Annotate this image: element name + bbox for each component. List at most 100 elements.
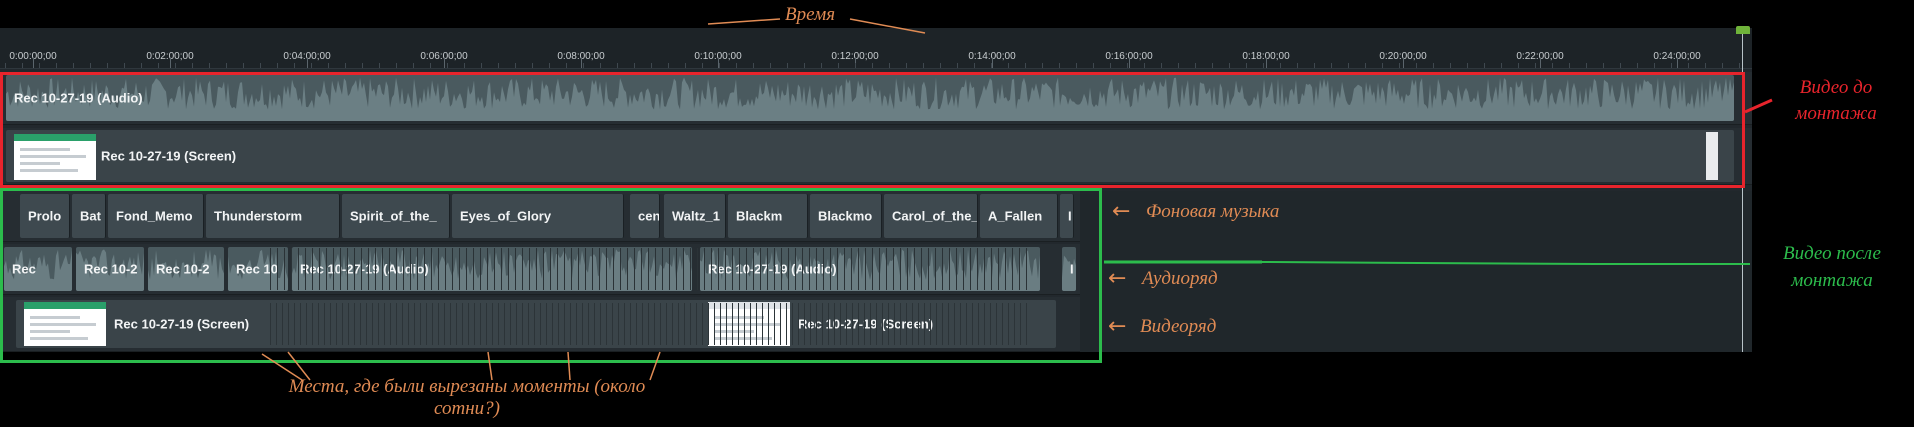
cut-marker <box>852 303 853 345</box>
audio-waveform <box>6 77 1734 121</box>
ruler-minor-tick <box>651 63 652 68</box>
cut-marker <box>906 303 907 345</box>
cut-marker <box>270 303 271 345</box>
ruler-minor-tick <box>685 63 686 68</box>
ruler-minor-tick <box>56 63 57 68</box>
music-clip[interactable]: Carol_of_the_ <box>884 194 978 238</box>
cut-marker <box>837 248 838 290</box>
track-original-audio[interactable]: Rec 10-27-19 (Audio) <box>0 72 1752 125</box>
cut-marker <box>966 303 967 345</box>
cut-marker <box>473 248 474 290</box>
cut-marker <box>956 248 957 290</box>
cut-marker <box>984 303 985 345</box>
time-ruler[interactable]: 0:00:00;00 0:02:00;00 0:04:00;00 0:06:00;00… <box>0 28 1752 69</box>
clip-original-screen[interactable]: Rec 10-27-19 (Screen) <box>6 130 1734 182</box>
cut-marker <box>424 248 425 290</box>
music-clip[interactable]: Fond_Memo <box>108 194 204 238</box>
audio-clip[interactable]: Rec 10 <box>228 247 288 291</box>
ruler-minor-tick <box>1569 63 1570 68</box>
music-clip[interactable]: Spirit_of_the_ <box>342 194 450 238</box>
music-clip[interactable]: Thunderstorm <box>206 194 340 238</box>
video-thumbnail <box>14 134 96 180</box>
ruler-major-tick <box>1540 58 1541 68</box>
track-original-screen[interactable]: Rec 10-27-19 (Screen) <box>0 128 1752 185</box>
cut-marker <box>336 303 337 345</box>
cut-marker <box>326 248 327 290</box>
cut-marker <box>683 248 684 290</box>
clip-label: Rec 10-27-19 (Screen) <box>114 316 250 332</box>
cut-marker <box>977 248 978 290</box>
clip-original-audio[interactable]: Rec 10-27-19 (Audio) <box>6 75 1734 121</box>
cut-marker <box>291 248 292 290</box>
cut-marker <box>970 248 971 290</box>
cut-marker <box>928 248 929 290</box>
cut-marker <box>924 303 925 345</box>
ruler-minor-tick <box>1246 63 1247 68</box>
cut-marker <box>660 303 661 345</box>
music-clip[interactable]: Prolo <box>20 194 70 238</box>
audio-clip[interactable]: Rec 10-27-19 (Audio) <box>700 247 1040 291</box>
cut-marker <box>858 303 859 345</box>
playhead-handle[interactable] <box>1736 26 1750 34</box>
audio-clip[interactable]: Rec 10-2 <box>76 247 144 291</box>
ruler-minor-tick <box>1280 63 1281 68</box>
music-clip[interactable]: Blackm <box>728 194 808 238</box>
ruler-minor-tick <box>1161 63 1162 68</box>
ruler-minor-tick <box>1144 63 1145 68</box>
cut-marker <box>822 303 823 345</box>
music-clip[interactable]: Blackmo <box>810 194 882 238</box>
ruler-minor-tick <box>430 63 431 68</box>
timeline-editor[interactable]: 0:00:00;00 0:02:00;00 0:04:00;00 0:06:00;00… <box>0 26 1752 352</box>
playhead-line[interactable] <box>1742 28 1743 352</box>
cut-marker <box>697 248 698 290</box>
cut-marker <box>312 303 313 345</box>
cut-marker <box>930 303 931 345</box>
music-clip[interactable]: Waltz_1 <box>664 194 726 238</box>
track-background-music[interactable]: Prolo Bat Fond_Memo Thunderstorm Spirit_of_t… <box>0 191 1080 242</box>
cut-marker <box>809 248 810 290</box>
ruler-minor-tick <box>634 63 635 68</box>
cut-marker <box>750 303 751 345</box>
cut-marker <box>802 248 803 290</box>
cut-marker <box>1026 303 1027 345</box>
ruler-minor-tick <box>1654 63 1655 68</box>
music-clip[interactable]: A_Fallen <box>980 194 1058 238</box>
cut-marker <box>648 248 649 290</box>
ruler-minor-tick <box>549 63 550 68</box>
music-clip[interactable]: I <box>1060 194 1074 238</box>
ruler-minor-tick <box>362 63 363 68</box>
music-clip[interactable]: cen <box>630 194 660 238</box>
clip-label: Rec 10 <box>236 261 278 277</box>
audio-clip[interactable]: Rec <box>4 247 72 291</box>
cut-marker <box>725 248 726 290</box>
ruler-minor-tick <box>1059 63 1060 68</box>
cut-marker <box>348 303 349 345</box>
cut-marker <box>991 248 992 290</box>
cut-marker <box>382 248 383 290</box>
music-clip[interactable]: Eyes_of_Glory <box>452 194 624 238</box>
cut-marker <box>270 248 271 290</box>
cut-marker <box>996 303 997 345</box>
ruler-minor-tick <box>1484 63 1485 68</box>
cut-marker <box>1020 303 1021 345</box>
ruler-minor-tick <box>396 63 397 68</box>
cut-marker <box>288 303 289 345</box>
cut-marker <box>585 248 586 290</box>
ruler-minor-tick <box>1314 63 1315 68</box>
clip-label: Rec 10-2 <box>84 261 138 277</box>
ruler-minor-tick <box>583 63 584 68</box>
cut-marker <box>277 248 278 290</box>
track-edited-video[interactable]: Rec 10-27-19 (Screen) Rec 10-27-19 (Scree… <box>0 297 1080 352</box>
audio-clip[interactable]: Rec 10-2 <box>148 247 224 291</box>
audio-clip[interactable]: I <box>1062 247 1076 291</box>
ruler-minor-tick <box>73 63 74 68</box>
music-clip[interactable]: Bat <box>72 194 106 238</box>
cut-marker <box>984 248 985 290</box>
cut-marker <box>606 248 607 290</box>
audio-clip[interactable]: Rec 10-27-19 (Audio) <box>292 247 692 291</box>
track-edited-audio[interactable]: Rec Rec 10-2 Rec 10-2 Rec 10 Rec 10-27-19 (A… <box>0 244 1080 295</box>
cut-marker <box>900 303 901 345</box>
clip-label: Rec 10-27-19 (Audio) <box>14 90 143 106</box>
cut-marker <box>552 303 553 345</box>
clip-label: Prolo <box>28 208 62 224</box>
